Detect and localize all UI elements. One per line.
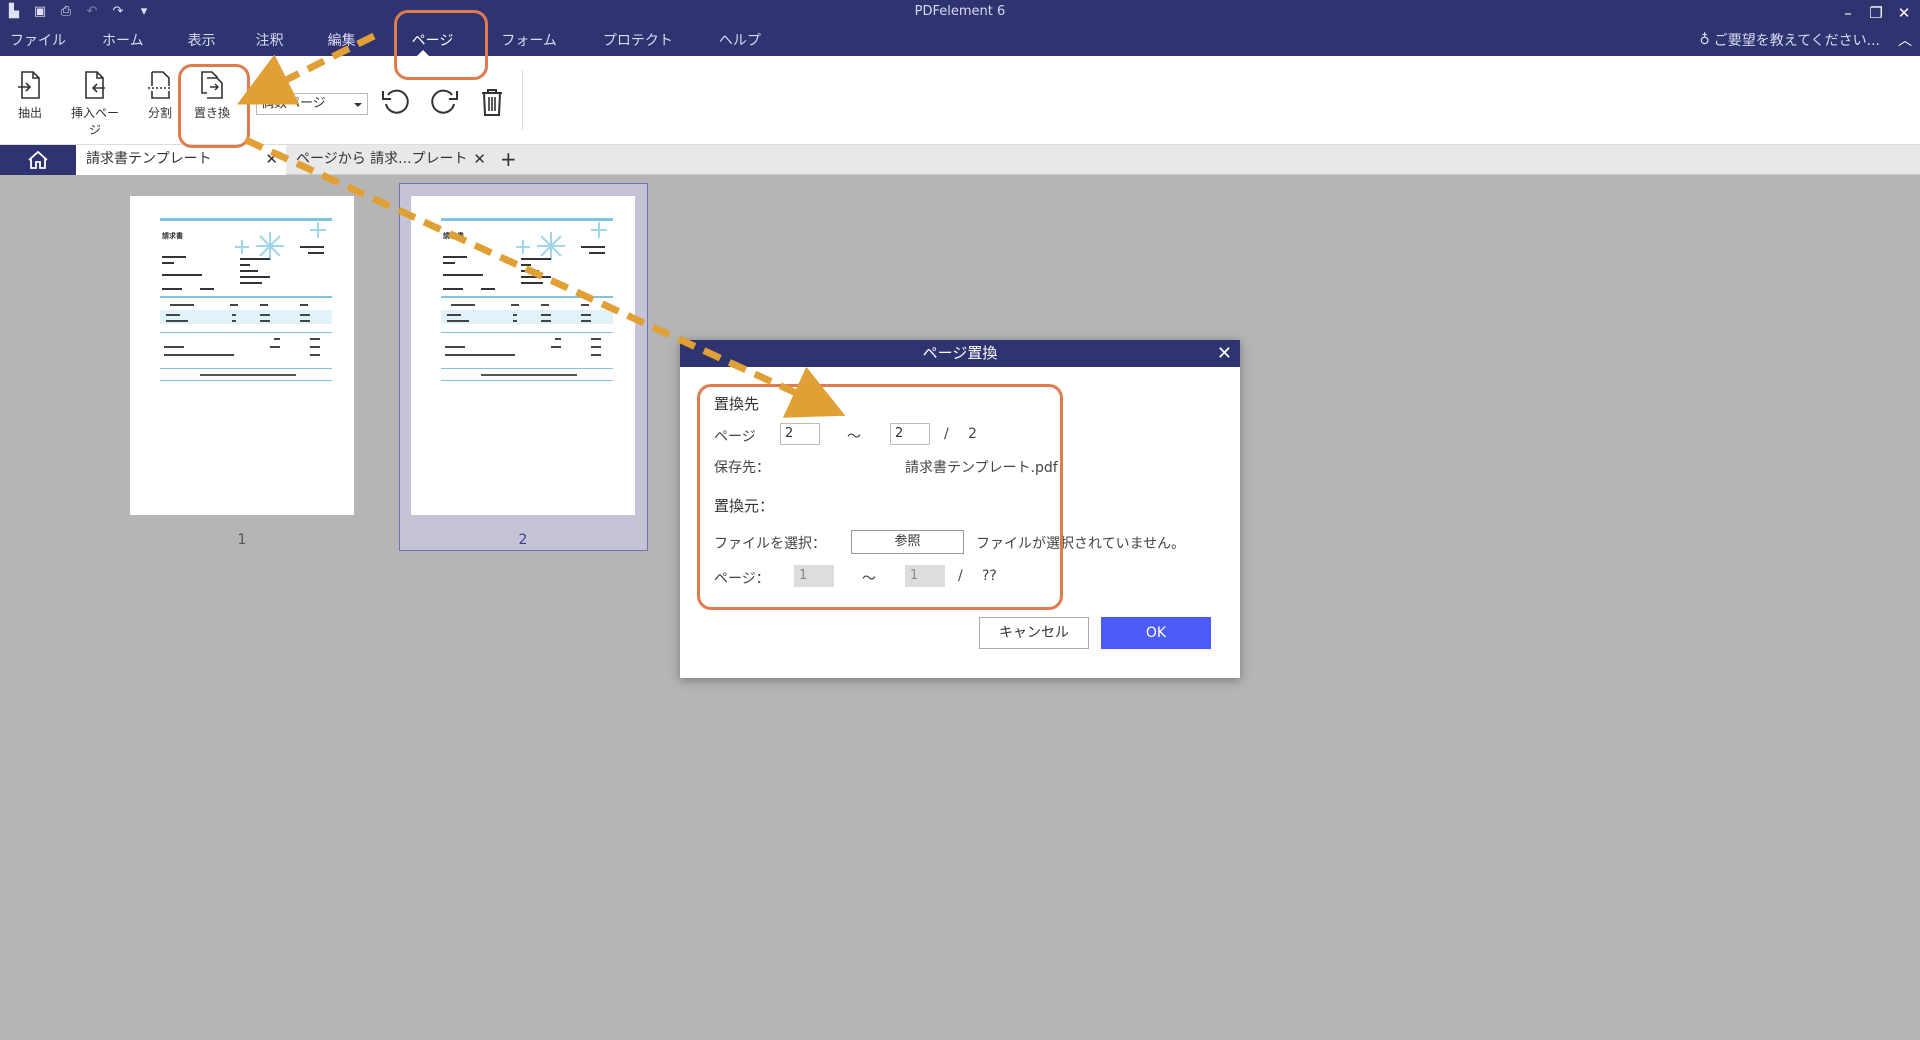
- menu-view[interactable]: 表示: [160, 28, 232, 56]
- insert-page-icon: [85, 71, 105, 99]
- page-number-2: 2: [518, 532, 528, 548]
- page-menu-highlight: [394, 10, 488, 80]
- invoice-title: 請求書: [162, 231, 183, 240]
- collapse-ribbon-icon[interactable]: ︿: [1898, 30, 1912, 50]
- dialog-fields-highlight: [697, 384, 1063, 610]
- restore-icon[interactable]: ❐: [1868, 2, 1884, 24]
- insert-page-label: 挿入ページ: [70, 106, 119, 137]
- page-thumbnail-1[interactable]: 請求書: [130, 196, 354, 515]
- tab-invoice-template[interactable]: 請求書テンプレート ✕: [76, 145, 286, 175]
- menu-file[interactable]: ファイル: [0, 28, 82, 56]
- close-tab-icon[interactable]: ✕: [473, 145, 486, 173]
- tab-label: 請求書テンプレート: [86, 151, 212, 167]
- rotate-right-icon[interactable]: [428, 86, 460, 118]
- menu-edit[interactable]: 編集: [300, 28, 372, 56]
- minimize-icon[interactable]: –: [1840, 2, 1856, 24]
- rotate-left-icon[interactable]: [380, 86, 412, 118]
- menu-form[interactable]: フォーム: [475, 28, 573, 56]
- menu-home[interactable]: ホーム: [82, 28, 160, 56]
- chevron-down-icon: [354, 103, 362, 111]
- split-icon: [148, 71, 172, 99]
- close-tab-icon[interactable]: ✕: [265, 145, 278, 173]
- replace-button-highlight: [178, 64, 250, 148]
- extract-label: 抽出: [17, 106, 42, 120]
- extract-button[interactable]: 抽出: [1, 70, 59, 121]
- app-title: PDFelement 6: [914, 4, 1006, 19]
- insert-page-button[interactable]: 挿入ページ: [66, 70, 124, 138]
- close-icon[interactable]: ✕: [1217, 340, 1232, 367]
- menu-bar: ファイル ホーム 表示 注釈 編集 ページ フォーム プロテクト ヘルプ: [0, 28, 777, 56]
- tab-label: ページから 請求...プレート: [296, 151, 468, 167]
- invoice-title: 請求書: [443, 231, 464, 240]
- close-icon[interactable]: ✕: [1896, 2, 1912, 24]
- page-filter-value: 偶数ページ: [261, 96, 326, 111]
- title-bar: ▙ ▣ ⎙ ↶ ↷ ▾ PDFelement 6 – ❐ ✕ ファイル ホーム …: [0, 0, 1920, 56]
- ribbon-toolbar: 抽出 挿入ページ 分割 置き換 偶数ページ: [0, 56, 1920, 145]
- home-tab[interactable]: [0, 145, 76, 175]
- page-filter-select[interactable]: 偶数ページ: [256, 93, 368, 115]
- lightbulb-icon: ♁: [1699, 32, 1710, 48]
- menu-help[interactable]: ヘルプ: [689, 28, 777, 56]
- feedback-link[interactable]: ♁ ご要望を教えてください...: [1700, 30, 1881, 50]
- add-tab-icon[interactable]: +: [500, 145, 517, 173]
- toolbar-separator: [522, 70, 523, 130]
- delete-icon[interactable]: [476, 86, 508, 118]
- extract-icon: [18, 71, 40, 99]
- home-icon: [28, 150, 48, 169]
- tab-bar: 請求書テンプレート ✕ ページから 請求...プレート ✕ +: [0, 145, 1920, 175]
- page-number-1: 1: [237, 532, 247, 548]
- menu-protect[interactable]: プロテクト: [573, 28, 689, 56]
- dialog-title: ページ置換: [922, 344, 998, 362]
- invoice-preview: 請求書: [160, 218, 332, 381]
- menu-annotate[interactable]: 注釈: [232, 28, 300, 56]
- cancel-button[interactable]: キャンセル: [979, 617, 1089, 649]
- feedback-text: ご要望を教えてください...: [1713, 33, 1880, 49]
- page-thumbnail-2[interactable]: 請求書: [411, 196, 635, 515]
- split-label: 分割: [147, 106, 172, 120]
- ok-button[interactable]: OK: [1101, 617, 1211, 649]
- window-controls: – ❐ ✕: [1840, 2, 1912, 24]
- dialog-header: ページ置換 ✕: [680, 340, 1240, 367]
- invoice-preview: 請求書: [441, 218, 613, 381]
- tab-pages-from[interactable]: ページから 請求...プレート ✕: [286, 145, 494, 175]
